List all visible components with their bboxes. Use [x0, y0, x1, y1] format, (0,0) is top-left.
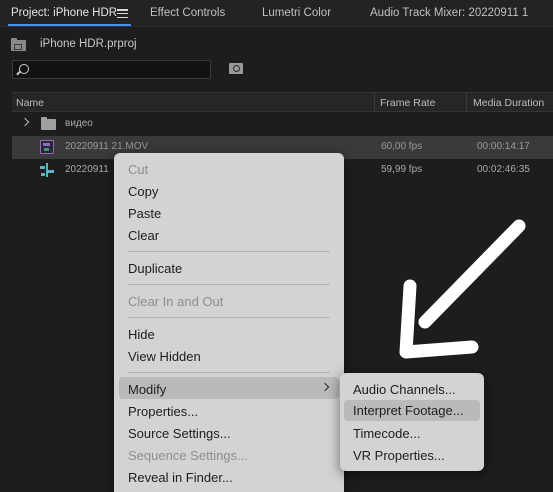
column-header-frame-rate[interactable]: Frame Rate: [380, 97, 435, 109]
submenu-item-timecode[interactable]: Timecode...: [353, 426, 420, 441]
menu-divider: [128, 251, 330, 252]
folder-icon: [41, 117, 56, 130]
menu-item-sequence-settings: Sequence Settings...: [128, 448, 248, 463]
sequence-icon: [40, 163, 54, 177]
context-menu: Cut Copy Paste Clear Duplicate Clear In …: [114, 153, 344, 492]
tab-audio-track-mixer[interactable]: Audio Track Mixer: 20220911 1: [370, 7, 528, 19]
menu-item-hide[interactable]: Hide: [128, 327, 155, 342]
submenu-item-interpret-footage[interactable]: Interpret Footage...: [353, 403, 464, 418]
active-tab-indicator: [8, 24, 131, 26]
menu-item-duplicate[interactable]: Duplicate: [128, 261, 182, 276]
tab-effect-controls[interactable]: Effect Controls: [150, 7, 225, 19]
project-file-name: iPhone HDR.prproj: [40, 38, 137, 50]
panel-tab-bar: Project: iPhone HDR Effect Controls Lume…: [0, 0, 553, 27]
menu-item-modify[interactable]: Modify: [128, 382, 166, 397]
menu-item-cut: Cut: [128, 162, 149, 177]
search-icon: [19, 64, 29, 74]
menu-item-source-settings[interactable]: Source Settings...: [128, 426, 231, 441]
project-folder-icon: [11, 38, 26, 51]
column-header-row: Name Frame Rate Media Duration: [12, 92, 553, 112]
column-divider[interactable]: [374, 93, 375, 112]
menu-item-clear-in-out: Clear In and Out: [128, 294, 224, 309]
column-divider[interactable]: [466, 93, 467, 112]
submenu-item-audio-channels[interactable]: Audio Channels...: [353, 382, 456, 397]
video-clip-icon: [40, 140, 54, 154]
tab-lumetri-color[interactable]: Lumetri Color: [262, 7, 331, 19]
tab-project[interactable]: Project: iPhone HDR: [11, 7, 117, 19]
menu-item-clear[interactable]: Clear: [128, 228, 159, 243]
item-media-duration: 00:02:46:35: [477, 164, 530, 175]
column-header-media-duration[interactable]: Media Duration: [473, 97, 544, 109]
list-item-folder[interactable]: видео: [12, 113, 553, 136]
menu-divider: [128, 372, 330, 373]
menu-item-properties[interactable]: Properties...: [128, 404, 198, 419]
panel-menu-icon[interactable]: [117, 9, 128, 19]
modify-submenu: Audio Channels... Interpret Footage... T…: [340, 373, 484, 471]
search-input[interactable]: [12, 60, 211, 79]
item-name: 20220911: [65, 164, 109, 175]
chevron-right-icon[interactable]: [20, 117, 30, 127]
item-media-duration: 00:00:14:17: [477, 141, 530, 152]
column-header-name[interactable]: Name: [16, 97, 44, 109]
submenu-item-vr-properties[interactable]: VR Properties...: [353, 448, 445, 463]
menu-item-paste[interactable]: Paste: [128, 206, 161, 221]
item-frame-rate: 59,99 fps: [381, 164, 423, 175]
item-name: видео: [65, 118, 93, 129]
find-bin-icon[interactable]: [229, 63, 243, 74]
menu-item-copy[interactable]: Copy: [128, 184, 158, 199]
menu-item-reveal-in-finder[interactable]: Reveal in Finder...: [128, 470, 233, 485]
item-name: 20220911 21.MOV: [65, 141, 149, 152]
menu-divider: [128, 317, 330, 318]
item-frame-rate: 60,00 fps: [381, 141, 423, 152]
menu-item-view-hidden[interactable]: View Hidden: [128, 349, 201, 364]
menu-divider: [128, 284, 330, 285]
